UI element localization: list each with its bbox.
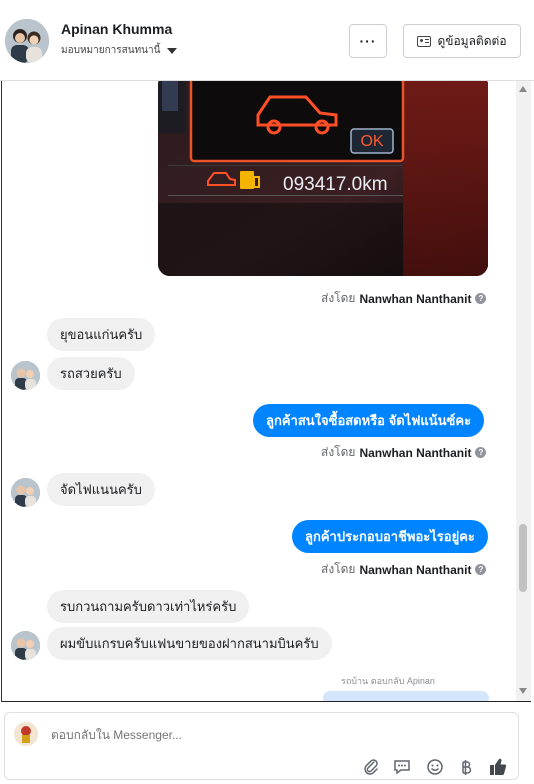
baht-icon[interactable] <box>456 757 476 777</box>
incoming-message[interactable]: รบกวนถามครับดาวเท่าไหร่ครับ <box>47 590 250 623</box>
sent-by-prefix: ส่งโดย <box>321 291 356 305</box>
like-icon[interactable] <box>488 757 508 777</box>
view-contact-label: ดูข้อมูลติดต่อ <box>437 33 507 48</box>
help-icon[interactable]: ? <box>475 447 487 458</box>
more-options-button[interactable]: ··· <box>349 24 387 58</box>
attach-icon[interactable] <box>361 757 381 777</box>
help-icon[interactable]: ? <box>475 564 487 575</box>
sent-by-note: ส่งโดย Nanwhan Nanthanit ? <box>321 443 487 462</box>
contact-card-icon <box>417 35 432 47</box>
sender-name: Nanwhan Nanthanit <box>359 562 472 577</box>
sent-by-prefix: ส่งโดย <box>321 562 356 576</box>
emoji-icon[interactable] <box>425 757 445 777</box>
sender-name: Nanwhan Nanthanit <box>359 291 472 306</box>
assign-label: มอบหมายการสนทนานี้ <box>61 45 161 56</box>
reply-indicator: รถบ้าน ตอบกลับ Apinan <box>341 674 435 688</box>
caret-down-icon <box>167 47 178 54</box>
view-contact-button[interactable]: ดูข้อมูลติดต่อ <box>403 24 521 58</box>
sender-name: Nanwhan Nanthanit <box>359 445 472 460</box>
help-icon[interactable]: ? <box>475 293 487 304</box>
reply-input[interactable] <box>49 727 473 743</box>
conversation-header: Apinan Khumma มอบหมายการสนทนานี้ ··· ดูข… <box>0 0 534 81</box>
reply-target: ตอบกลับ Apinan <box>370 676 435 686</box>
contact-avatar-small <box>11 478 40 507</box>
contact-avatar-small <box>11 361 40 390</box>
scroll-up-icon[interactable] <box>519 86 527 92</box>
reply-source: รถบ้าน <box>341 676 369 686</box>
thread-scrollbar[interactable] <box>516 81 531 701</box>
scrollbar-thumb[interactable] <box>519 524 527 592</box>
incoming-message[interactable]: ผมขับแกรบครับแฟนขายของฝากสนามบินครับ <box>47 627 332 660</box>
sent-by-note: ส่งโดย Nanwhan Nanthanit ? <box>321 560 487 579</box>
sent-by-prefix: ส่งโดย <box>321 445 356 459</box>
page-avatar <box>14 722 38 746</box>
assign-conversation-dropdown[interactable]: มอบหมายการสนทนานี้ <box>61 43 178 58</box>
shared-photo-dashboard[interactable]: OK 093417.0km <box>158 81 488 276</box>
contact-avatar[interactable] <box>5 19 49 63</box>
message-thread[interactable]: OK 093417.0km ส่งโดย Nanwhan Nanthanit ?… <box>1 81 531 702</box>
sent-by-note: ส่งโดย Nanwhan Nanthanit ? <box>321 289 487 308</box>
incoming-message[interactable]: ยุขอนแก่นครับ <box>47 318 156 351</box>
outgoing-message[interactable]: ลูกค้าประกอบอาชีพอะไรอยู่คะ <box>292 520 488 553</box>
contact-avatar-small <box>11 631 40 660</box>
scroll-down-icon[interactable] <box>519 688 527 694</box>
partial-outgoing-message <box>323 691 489 701</box>
incoming-message[interactable]: จัดไฟแนนครับ <box>47 473 155 506</box>
odometer-readout: 093417.0km <box>283 174 388 195</box>
sticker-icon[interactable] <box>392 757 412 777</box>
photo-ok-label: OK <box>360 133 383 150</box>
outgoing-message[interactable]: ลูกค้าสนใจซื้อสดหรือ จัดไฟแน้นซ์คะ <box>253 404 485 437</box>
message-composer <box>4 712 519 780</box>
contact-name: Apinan Khumma <box>61 21 173 37</box>
incoming-message[interactable]: รถสวยครับ <box>47 357 135 390</box>
